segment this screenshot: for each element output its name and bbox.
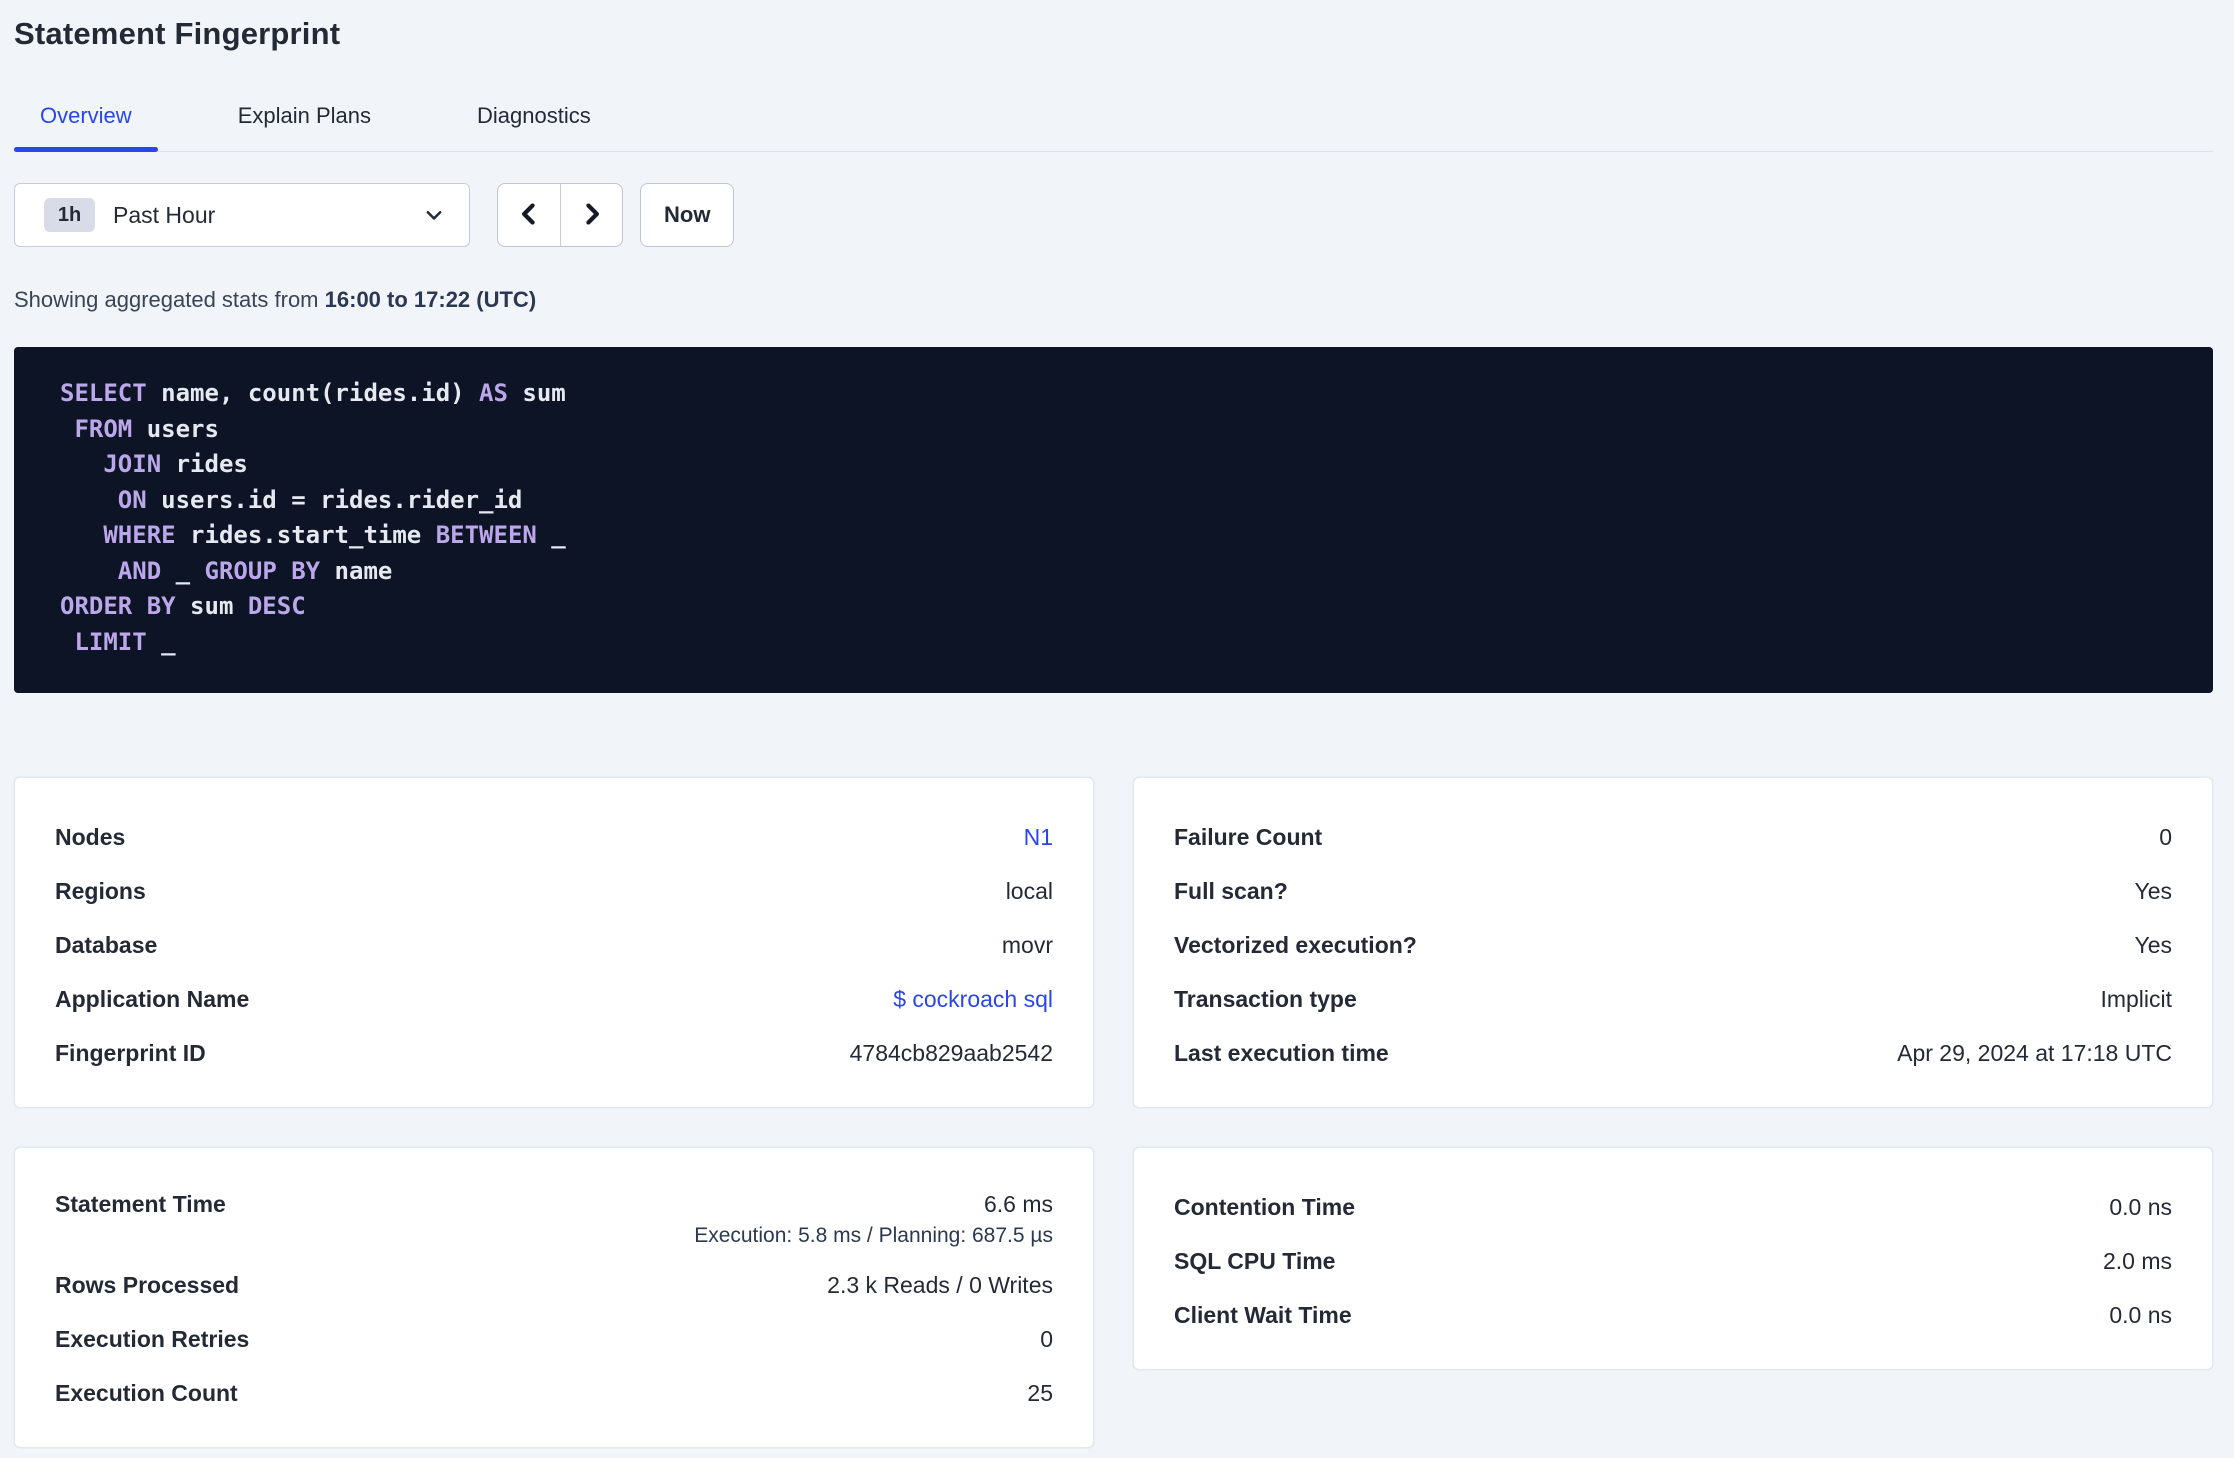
now-button[interactable]: Now	[640, 183, 735, 247]
row-last-execution-time: Last execution time Apr 29, 2024 at 17:1…	[1174, 1026, 2172, 1080]
stat-value: movr	[1001, 931, 1053, 958]
prev-time-button[interactable]	[498, 184, 560, 246]
row-database: Database movr	[55, 918, 1053, 972]
stat-value: Apr 29, 2024 at 17:18 UTC	[1897, 1039, 2172, 1066]
stat-label: Contention Time	[1174, 1193, 1356, 1220]
chevron-left-icon	[516, 201, 542, 230]
stat-label: Vectorized execution?	[1174, 931, 1417, 958]
execution-attributes-card: Failure Count 0 Full scan? Yes Vectorize…	[1133, 777, 2213, 1108]
stat-label: Nodes	[55, 823, 126, 850]
time-controls: 1h Past Hour Now	[14, 183, 2213, 247]
tab-overview-label: Overview	[40, 103, 132, 128]
stat-value: 25	[1027, 1379, 1053, 1406]
stat-value: 4784cb829aab2542	[849, 1039, 1053, 1066]
row-statement-time: Statement Time 6.6 ms Execution: 5.8 ms …	[55, 1180, 1053, 1258]
tab-overview[interactable]: Overview	[14, 89, 158, 152]
next-time-button[interactable]	[560, 184, 622, 246]
time-range-badge: 1h	[44, 198, 95, 232]
stat-label: Client Wait Time	[1174, 1301, 1352, 1328]
stat-value: 0	[2159, 823, 2172, 850]
row-execution-retries: Execution Retries 0	[55, 1312, 1053, 1366]
page-title: Statement Fingerprint	[14, 16, 341, 51]
stat-value: local	[1005, 877, 1053, 904]
chevron-down-icon	[423, 204, 445, 226]
stat-label: Statement Time	[55, 1190, 226, 1217]
stat-label: Fingerprint ID	[55, 1039, 206, 1066]
row-failure-count: Failure Count 0	[1174, 810, 2172, 864]
row-application-name: Application Name $ cockroach sql	[55, 972, 1053, 1026]
nodes-link[interactable]: N1	[1024, 824, 1053, 851]
statement-time-breakdown: Execution: 5.8 ms / Planning: 687.5 µs	[694, 1224, 1053, 1247]
aggregated-stats-text: Showing aggregated stats from 16:00 to 1…	[14, 287, 2213, 313]
time-range-dropdown[interactable]: 1h Past Hour	[14, 183, 470, 247]
stat-label: Execution Count	[55, 1379, 238, 1406]
stat-value: Yes	[2134, 931, 2172, 958]
tab-bar: Overview Explain Plans Diagnostics	[14, 89, 2213, 152]
sql-statement-box: SELECT name, count(rides.id) AS sum FROM…	[14, 347, 2213, 693]
sql-statement-text: SELECT name, count(rides.id) AS sum FROM…	[60, 379, 566, 656]
tab-diagnostics-label: Diagnostics	[477, 103, 591, 128]
stat-value: 0	[1040, 1325, 1053, 1352]
stat-value: 2.3 k Reads / 0 Writes	[827, 1271, 1053, 1298]
application-name-link[interactable]: $ cockroach sql	[893, 986, 1053, 1013]
aggregated-stats-range: 16:00 to 17:22 (UTC)	[324, 287, 537, 312]
row-transaction-type: Transaction type Implicit	[1174, 972, 2172, 1026]
stat-value: 2.0 ms	[2102, 1247, 2172, 1274]
stat-label: SQL CPU Time	[1174, 1247, 1336, 1274]
time-window-pager	[497, 183, 623, 247]
tab-explain-plans-label: Explain Plans	[237, 103, 371, 128]
row-fingerprint-id: Fingerprint ID 4784cb829aab2542	[55, 1026, 1053, 1080]
row-sql-cpu-time: SQL CPU Time 2.0 ms	[1174, 1234, 2172, 1288]
stat-label: Database	[55, 931, 158, 958]
stat-label: Full scan?	[1174, 877, 1288, 904]
stat-label: Failure Count	[1174, 823, 1323, 850]
stat-value: Yes	[2134, 877, 2172, 904]
row-full-scan: Full scan? Yes	[1174, 864, 2172, 918]
wait-time-card: Contention Time 0.0 ns SQL CPU Time 2.0 …	[1133, 1147, 2213, 1370]
summary-cards: Nodes N1 Regions local Database movr App…	[14, 777, 2213, 1448]
execution-stats-card: Statement Time 6.6 ms Execution: 5.8 ms …	[14, 1147, 1094, 1448]
stat-label: Rows Processed	[55, 1271, 240, 1298]
stat-value: 0.0 ns	[2109, 1301, 2172, 1328]
statement-fingerprint-page: Statement Fingerprint Overview Explain P…	[0, 0, 2234, 1448]
stat-label: Transaction type	[1174, 985, 1357, 1012]
row-rows-processed: Rows Processed 2.3 k Reads / 0 Writes	[55, 1258, 1053, 1312]
stat-value: 6.6 ms	[983, 1190, 1053, 1217]
stat-label: Application Name	[55, 985, 250, 1012]
stat-value: Implicit	[2100, 985, 2172, 1012]
stat-value: 0.0 ns	[2109, 1193, 2172, 1220]
row-nodes: Nodes N1	[55, 810, 1053, 864]
statement-details-card: Nodes N1 Regions local Database movr App…	[14, 777, 1094, 1108]
aggregated-stats-prefix: Showing aggregated stats from	[14, 287, 319, 312]
row-execution-count: Execution Count 25	[55, 1366, 1053, 1420]
tab-explain-plans[interactable]: Explain Plans	[212, 89, 397, 151]
row-vectorized-execution: Vectorized execution? Yes	[1174, 918, 2172, 972]
stat-label: Regions	[55, 877, 146, 904]
row-contention-time: Contention Time 0.0 ns	[1174, 1180, 2172, 1234]
time-range-label: Past Hour	[113, 201, 216, 228]
row-regions: Regions local	[55, 864, 1053, 918]
chevron-right-icon	[579, 201, 605, 230]
stat-label: Last execution time	[1174, 1039, 1389, 1066]
row-client-wait-time: Client Wait Time 0.0 ns	[1174, 1288, 2172, 1342]
tab-diagnostics[interactable]: Diagnostics	[451, 89, 617, 151]
stat-label: Execution Retries	[55, 1325, 250, 1352]
